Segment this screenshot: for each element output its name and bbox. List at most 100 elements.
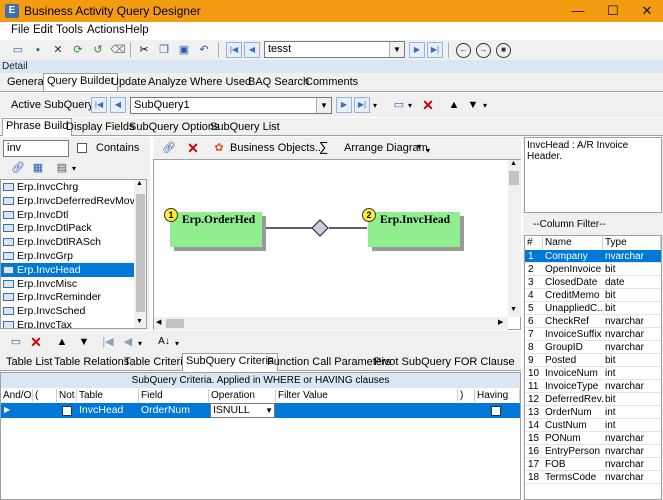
chevron-down-icon[interactable]: ▾ [373,101,377,110]
table-row[interactable]: 8 GroupID nvarchar [525,341,661,354]
header-open-paren[interactable]: ( [33,389,57,402]
new-icon[interactable]: ▭ [10,42,26,58]
table-node-orderhed[interactable]: 1 Erp.OrderHed [164,208,262,247]
diagram-hscroll[interactable]: ◀ ▶ [154,317,508,330]
tab-analyze[interactable]: Analyze [144,74,191,90]
table-row[interactable]: 16 EntryPerson nvarchar [525,445,661,458]
join-diamond[interactable] [311,219,329,237]
table-node-invchead[interactable]: 2 Erp.InvcHead [362,208,460,247]
tab-subquery-list[interactable]: SubQuery List [206,119,284,135]
table-row[interactable]: 14 CustNum int [525,419,661,432]
header-filter-value[interactable]: Filter Value [276,389,458,402]
criteria-field-cell[interactable]: OrderNum [141,404,190,416]
menu-edit[interactable]: Edit [33,24,53,36]
contains-checkbox[interactable] [77,143,87,153]
search-input[interactable]: inv [3,140,69,157]
scroll-left-icon[interactable]: ◀ [156,318,161,326]
delete-icon[interactable]: ✕ [50,42,66,58]
not-checkbox[interactable] [62,406,72,416]
table-list-scrollbar[interactable]: ▲ ▼ [134,180,146,328]
copy-icon[interactable]: ❐ [156,42,172,58]
clear-icon[interactable]: ⌫ [110,42,126,58]
active-subquery-select[interactable]: SubQuery1 ▼ [130,97,332,114]
table-row[interactable]: 9 Posted bit [525,354,661,367]
arrange-diagram-button[interactable]: Arrange Diagram [344,142,428,154]
last-record-button[interactable]: ▶| [427,42,443,58]
first-subquery-button[interactable]: |◀ [91,97,107,113]
business-objects-icon[interactable]: ✿ [211,140,227,156]
move-down-icon[interactable]: ▼ [76,334,92,350]
header-not[interactable]: Not [57,389,77,402]
header-close-paren[interactable]: ) [458,389,475,402]
maximize-button[interactable]: ☐ [596,0,630,22]
record-selector[interactable]: tesst ▼ [264,41,405,58]
list-item[interactable]: Erp.InvcTax [1,318,134,328]
undo-arrow-icon[interactable]: ↶ [196,42,212,58]
menu-tools[interactable]: Tools [56,24,83,36]
chevron-down-icon[interactable]: ▾ [175,339,179,348]
header-having[interactable]: Having [475,389,520,402]
chevron-down-icon[interactable]: ▾ [417,142,421,151]
scroll-right-icon[interactable]: ▶ [498,318,503,326]
scroll-down-icon[interactable]: ▼ [136,318,143,325]
column-filter[interactable]: --Column Filter-- [533,219,606,230]
table-row[interactable]: 1 Company nvarchar [525,250,661,263]
list-item[interactable]: Erp.InvcDeferredRevMov [1,194,134,208]
header-andor[interactable]: And/O [1,389,33,402]
save-icon[interactable]: ▪ [30,42,46,58]
first-record-button[interactable]: |◀ [226,42,242,58]
new-subquery-icon[interactable]: ▭ [391,97,407,113]
delete-icon[interactable]: ✕ [185,140,201,156]
business-objects-button[interactable]: Business Objects... [230,142,324,154]
move-up-icon[interactable]: ▲ [54,334,70,350]
new-icon[interactable]: ▭ [8,334,24,350]
table-row[interactable]: 15 PONum nvarchar [525,432,661,445]
move-down-icon[interactable]: ▼ [465,97,481,113]
list-item[interactable]: Erp.InvcDtlPack [1,221,134,235]
link-icon[interactable]: 🔗︎ [10,160,26,176]
table-row[interactable]: 2 OpenInvoice bit [525,263,661,276]
previous-icon[interactable]: ◀ [120,334,136,350]
refresh-icon[interactable]: ⟳ [70,42,86,58]
scroll-down-icon[interactable]: ▼ [510,306,517,313]
table-row[interactable]: 11 InvoiceType nvarchar [525,380,661,393]
header-field[interactable]: Field [139,389,209,402]
back-icon[interactable]: ← [456,43,471,58]
diagram-canvas[interactable]: 1 Erp.OrderHed 2 Erp.InvcHead ▲ ▼ ◀ ▶ [153,159,521,330]
header-operation[interactable]: Operation [209,389,276,402]
table-row[interactable]: 18 TermsCode nvarchar [525,471,661,484]
chevron-down-icon[interactable]: ▾ [72,164,76,173]
chevron-down-icon[interactable]: ▼ [265,404,273,417]
tab-comments[interactable]: Comments [301,74,362,90]
table-row[interactable]: 10 InvoiceNum int [525,367,661,380]
chevron-down-icon[interactable]: ▾ [408,101,412,110]
next-subquery-button[interactable]: ▶ [336,97,352,113]
sigma-button[interactable]: ∑ [319,139,328,154]
col-header-type[interactable]: Type [603,236,661,249]
move-up-icon[interactable]: ▲ [446,97,462,113]
scroll-thumb[interactable] [166,319,184,328]
first-icon[interactable]: |◀ [100,334,116,350]
forward-icon[interactable]: → [476,43,491,58]
cut-icon[interactable]: ✂ [136,42,152,58]
menu-file[interactable]: File [11,24,30,36]
close-button[interactable]: ✕ [630,0,663,22]
scroll-up-icon[interactable]: ▲ [136,180,143,187]
list-item[interactable]: Erp.InvcMisc [1,277,134,291]
table-row[interactable]: 7 InvoiceSuffix nvarchar [525,328,661,341]
list-item[interactable]: Erp.InvcChrg [1,180,134,194]
last-subquery-button[interactable]: ▶| [354,97,370,113]
table-row[interactable]: 13 OrderNum int [525,406,661,419]
list-item[interactable]: Erp.InvcGrp [1,249,134,263]
table-row[interactable]: 12 DeferredRev... bit [525,393,661,406]
chevron-down-icon[interactable]: ▾ [426,146,430,155]
grid-icon[interactable]: ▦ [30,160,46,176]
list-item[interactable]: Erp.InvcDtl [1,208,134,222]
scroll-up-icon[interactable]: ▲ [510,160,517,167]
chevron-down-icon[interactable]: ▼ [389,42,404,57]
tab-pivot-subquery[interactable]: Pivot SubQuery FOR Clause [370,354,519,370]
menu-actions[interactable]: Actions [87,24,125,36]
undo-icon[interactable]: ↺ [90,42,106,58]
list-item[interactable]: Erp.InvcDtlRASch [1,235,134,249]
stop-icon[interactable]: ■ [496,43,511,58]
